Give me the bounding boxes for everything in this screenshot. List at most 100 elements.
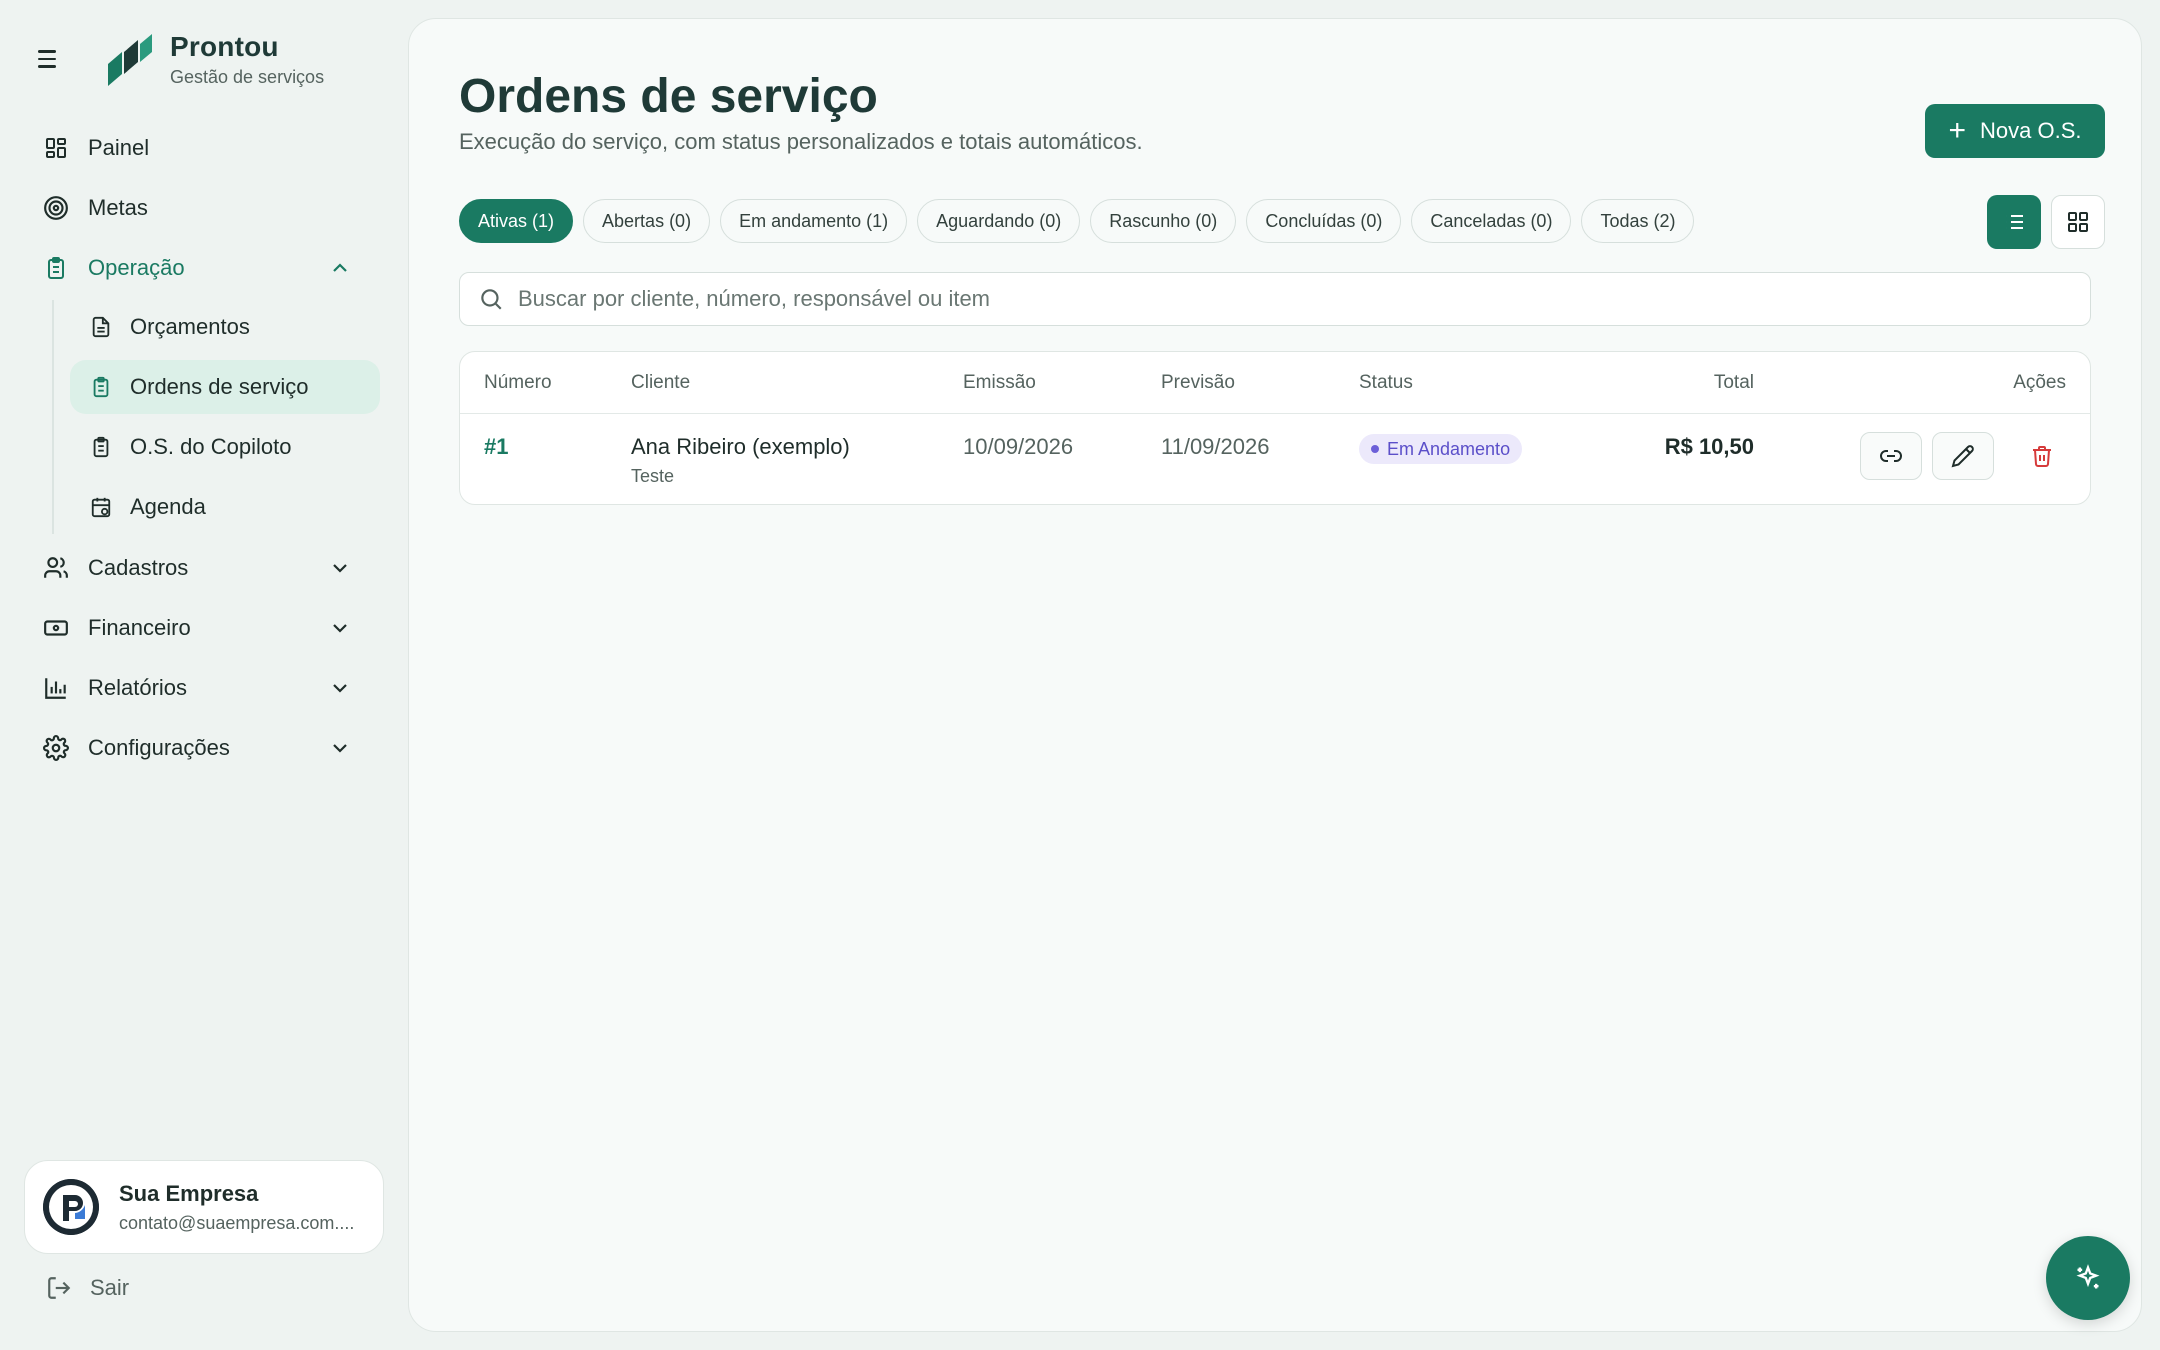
trash-icon	[2033, 446, 2051, 467]
ai-assistant-button[interactable]	[2046, 1236, 2130, 1320]
main-panel: Ordens de serviço Execução do serviço, c…	[408, 18, 2142, 1332]
status-label: Em Andamento	[1387, 438, 1511, 459]
sidebar: Prontou Gestão de serviços Painel Metas …	[0, 0, 408, 1350]
client-subtitle: Teste	[631, 466, 675, 486]
pencil-icon	[1951, 445, 1974, 468]
dashboard-icon	[42, 134, 70, 162]
filter-em-andamento[interactable]: Em andamento (1)	[720, 199, 908, 243]
sidebar-item-relatorios[interactable]: Relatórios	[30, 660, 380, 716]
logout-label: Sair	[90, 1275, 130, 1300]
sidebar-nav: Painel Metas Operação Orçamentos Ordens …	[30, 120, 380, 780]
sidebar-item-label: Ordens de serviço	[130, 374, 309, 399]
grid-view-button[interactable]	[2051, 195, 2105, 249]
header-cliente[interactable]: Cliente	[631, 372, 690, 394]
sidebar-item-orcamentos[interactable]: Orçamentos	[70, 300, 380, 354]
sidebar-item-label: Agenda	[130, 494, 206, 519]
logo-icon	[108, 34, 152, 86]
brand: Prontou Gestão de serviços	[38, 30, 324, 88]
avatar	[43, 1179, 99, 1235]
clipboard-icon	[88, 434, 114, 460]
sidebar-item-metas[interactable]: Metas	[30, 180, 380, 236]
search-bar	[459, 272, 2091, 326]
filter-todas[interactable]: Todas (2)	[1581, 199, 1695, 243]
brand-title: Prontou	[170, 30, 279, 62]
header-numero[interactable]: Número	[484, 372, 552, 394]
sidebar-item-label: Operação	[88, 255, 185, 280]
forecast-date: 11/09/2026	[1161, 434, 1270, 459]
header-status[interactable]: Status	[1359, 372, 1413, 394]
list-icon	[2006, 215, 2023, 229]
header-previsao[interactable]: Previsão	[1161, 372, 1235, 394]
page-title: Ordens de serviço	[459, 70, 878, 123]
sparkles-icon	[2076, 1264, 2100, 1289]
clipboard-icon	[42, 254, 70, 282]
sidebar-item-label: Configurações	[88, 735, 230, 760]
sidebar-item-label: Financeiro	[88, 615, 191, 640]
sidebar-item-label: Relatórios	[88, 675, 188, 700]
new-order-button[interactable]: + Nova O.S.	[1925, 104, 2105, 158]
filter-concluidas[interactable]: Concluídas (0)	[1246, 199, 1402, 243]
status-badge: Em Andamento	[1359, 434, 1523, 464]
account-name: Sua Empresa	[119, 1180, 259, 1206]
edit-button[interactable]	[1932, 432, 1994, 480]
logout-button[interactable]: Sair	[46, 1275, 129, 1301]
chevron-up-icon[interactable]	[328, 256, 352, 280]
search-input[interactable]	[518, 286, 2018, 312]
status-dot-icon	[1371, 445, 1379, 453]
chevron-down-icon[interactable]	[328, 556, 352, 580]
sidebar-item-agenda[interactable]: Agenda	[70, 480, 380, 534]
orders-table: Número Cliente Emissão Previsão Status T…	[459, 351, 2091, 505]
header-emissao[interactable]: Emissão	[963, 372, 1036, 394]
users-icon	[42, 554, 70, 582]
sidebar-item-configuracoes[interactable]: Configurações	[30, 720, 380, 776]
chevron-down-icon[interactable]	[328, 616, 352, 640]
sidebar-item-label: Metas	[88, 195, 148, 220]
brand-subtitle: Gestão de serviços	[170, 66, 325, 87]
sidebar-item-painel[interactable]: Painel	[30, 120, 380, 176]
filter-aguardando[interactable]: Aguardando (0)	[917, 199, 1081, 243]
account-card[interactable]: Sua Empresa contato@suaempresa.com....	[24, 1160, 384, 1254]
sidebar-item-label: O.S. do Copiloto	[130, 434, 292, 459]
calendar-clock-icon	[88, 494, 114, 520]
sidebar-item-label: Cadastros	[88, 555, 189, 580]
target-icon	[42, 194, 70, 222]
search-icon	[481, 289, 502, 310]
sidebar-item-cadastros[interactable]: Cadastros	[30, 540, 380, 596]
sidebar-item-financeiro[interactable]: Financeiro	[30, 600, 380, 656]
status-filters: Ativas (1) Abertas (0) Em andamento (1) …	[459, 199, 1695, 243]
copy-link-button[interactable]	[1860, 432, 1922, 480]
plus-icon: +	[1948, 114, 1967, 147]
grid-icon	[2068, 212, 2088, 232]
order-total: R$ 10,50	[1664, 434, 1754, 459]
header-acoes: Ações	[2013, 372, 2066, 393]
order-number[interactable]: #1	[484, 434, 508, 460]
filter-ativas[interactable]: Ativas (1)	[459, 199, 574, 243]
chevron-down-icon[interactable]	[328, 736, 352, 760]
operacao-submenu: Orçamentos Ordens de serviço O.S. do Cop…	[52, 300, 380, 534]
link-icon	[1880, 450, 1902, 462]
delete-button[interactable]	[2022, 432, 2062, 480]
table-header: Número Cliente Emissão Previsão Status T…	[460, 352, 2090, 414]
chevron-down-icon[interactable]	[328, 676, 352, 700]
clipboard-icon	[88, 374, 114, 400]
header-total[interactable]: Total	[1714, 372, 1754, 394]
sidebar-item-ordens[interactable]: Ordens de serviço	[70, 360, 380, 414]
account-email: contato@suaempresa.com....	[119, 1212, 355, 1233]
client-cell: Ana Ribeiro (exemplo) Teste	[631, 434, 850, 487]
sidebar-item-copiloto[interactable]: O.S. do Copiloto	[70, 420, 380, 474]
client-name: Ana Ribeiro (exemplo)	[631, 434, 850, 459]
logout-icon	[48, 1277, 71, 1299]
gear-icon	[42, 734, 70, 762]
table-row[interactable]: #1 Ana Ribeiro (exemplo) Teste 10/09/202…	[460, 414, 2090, 506]
sidebar-item-operacao[interactable]: Operação	[30, 240, 380, 296]
view-toggle	[1987, 195, 2105, 249]
sidebar-item-label: Painel	[88, 135, 150, 160]
filter-canceladas[interactable]: Canceladas (0)	[1411, 199, 1572, 243]
sidebar-item-label: Orçamentos	[130, 314, 250, 339]
emission-date: 10/09/2026	[963, 434, 1074, 459]
filter-rascunho[interactable]: Rascunho (0)	[1090, 199, 1237, 243]
new-order-label: Nova O.S.	[1980, 118, 2082, 143]
filter-abertas[interactable]: Abertas (0)	[583, 199, 711, 243]
menu-icon[interactable]	[38, 46, 64, 72]
list-view-button[interactable]	[1987, 195, 2041, 249]
